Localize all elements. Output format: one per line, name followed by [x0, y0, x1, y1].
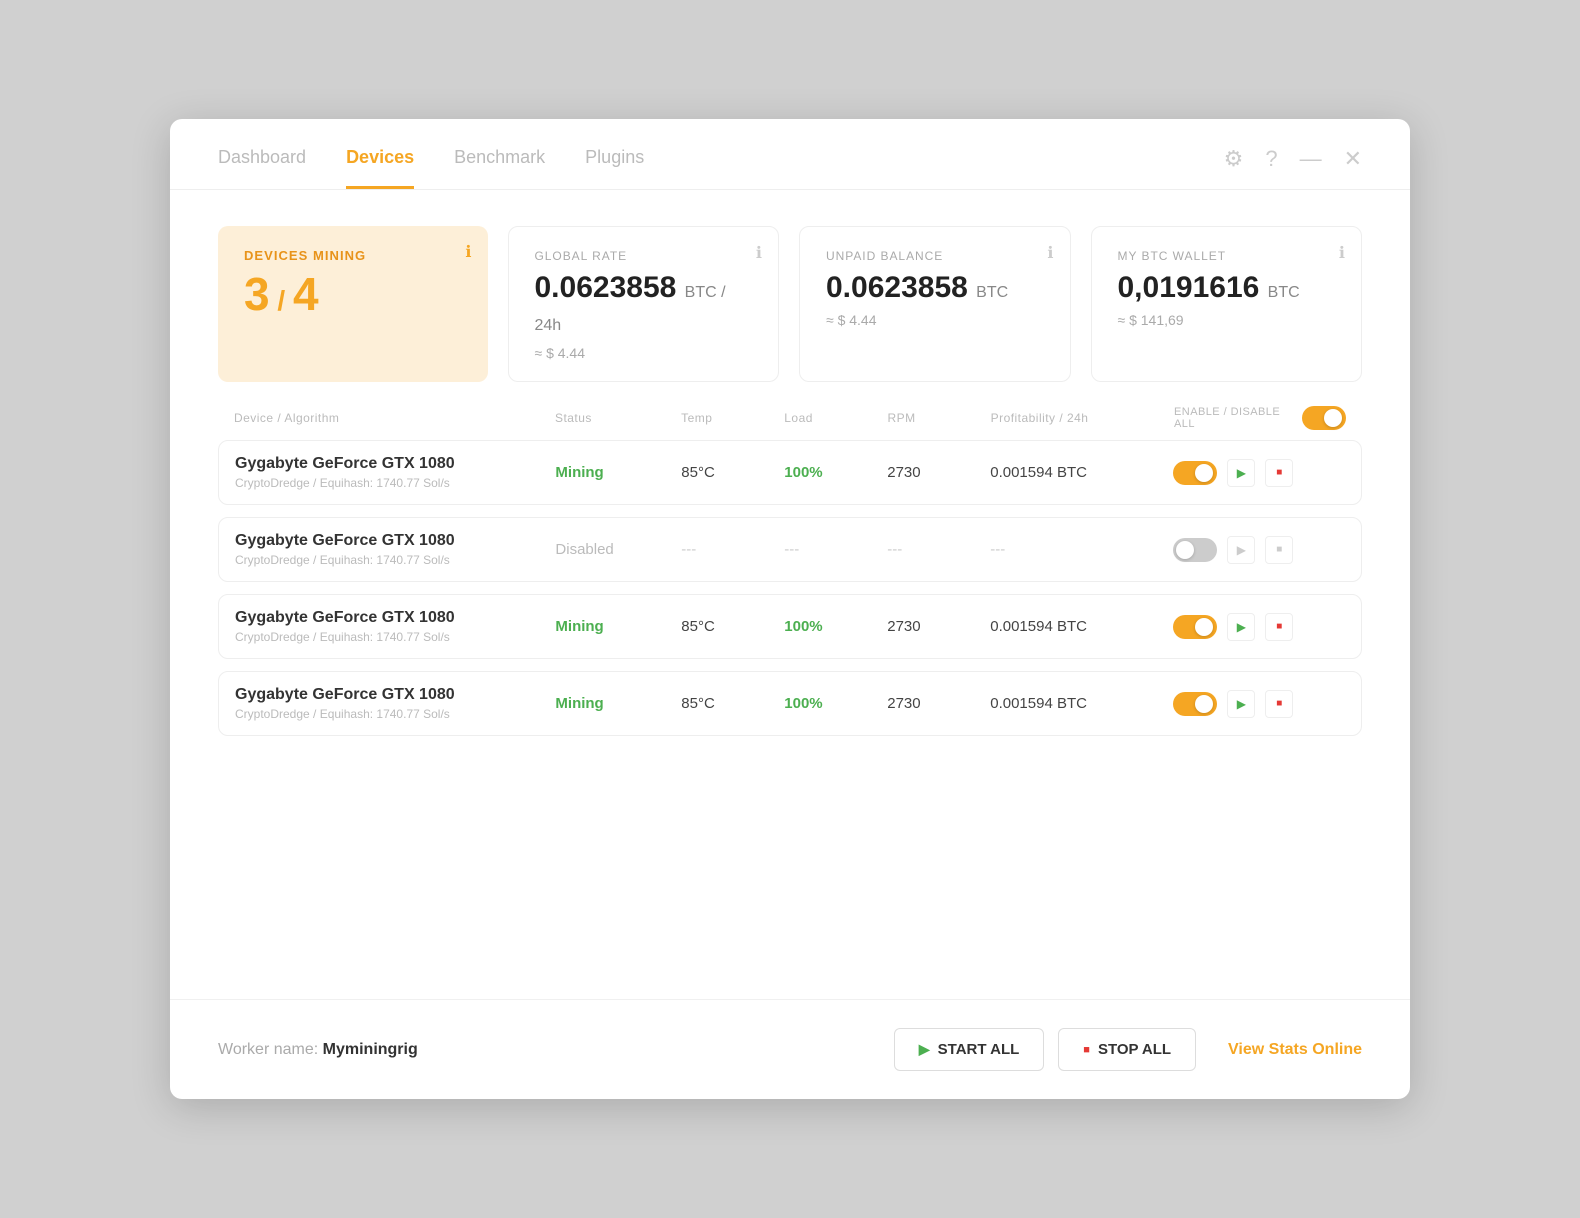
worker-label-text: Worker name: Myminingrig [218, 1041, 418, 1059]
profit-4: 0.001594 BTC [990, 695, 1087, 712]
wallet-label: MY BTC WALLET [1118, 249, 1336, 263]
start-all-label: START ALL [938, 1041, 1020, 1058]
help-icon[interactable]: ? [1265, 148, 1277, 170]
window-controls: ⚙ ? — ✕ [1224, 148, 1362, 188]
stop-button-1[interactable]: ■ [1265, 459, 1293, 487]
footer-buttons: ▶ START ALL ■ STOP ALL [894, 1028, 1196, 1071]
global-rate-label: GLOBAL RATE [535, 249, 753, 263]
table-row: Gygabyte GeForce GTX 1080 CryptoDredge /… [218, 671, 1362, 736]
temp-2: --- [681, 541, 696, 558]
col-header-load: Load [784, 411, 887, 425]
profit-3: 0.001594 BTC [990, 618, 1087, 635]
info-icon-wallet: ℹ [1339, 243, 1345, 263]
unpaid-label: UNPAID BALANCE [826, 249, 1044, 263]
tab-plugins[interactable]: Plugins [585, 147, 644, 189]
worker-name: Myminingrig [323, 1041, 418, 1058]
stat-card-global-rate: ℹ GLOBAL RATE 0.0623858 BTC / 24h ≈ $ 4.… [508, 226, 780, 382]
rpm-2: --- [887, 541, 902, 558]
profit-1: 0.001594 BTC [990, 464, 1087, 481]
stat-card-unpaid: ℹ UNPAID BALANCE 0.0623858 BTC ≈ $ 4.44 [799, 226, 1071, 382]
settings-icon[interactable]: ⚙ [1224, 148, 1244, 170]
temp-3: 85°C [681, 618, 715, 635]
device-name-2: Gygabyte GeForce GTX 1080 [235, 532, 555, 550]
devices-count: 3 / 4 [244, 271, 462, 317]
load-4: 100% [784, 695, 822, 712]
play-button-3[interactable]: ▶ [1227, 613, 1255, 641]
enable-disable-all-toggle[interactable] [1302, 406, 1346, 430]
play-button-2[interactable]: ▶ [1227, 536, 1255, 564]
start-all-button[interactable]: ▶ START ALL [894, 1028, 1044, 1071]
rpm-3: 2730 [887, 618, 920, 635]
global-rate-sub: ≈ $ 4.44 [535, 345, 753, 361]
table-row: Gygabyte GeForce GTX 1080 CryptoDredge /… [218, 594, 1362, 659]
device-algo-4: CryptoDredge / Equihash: 1740.77 Sol/s [235, 707, 555, 721]
stop-button-4[interactable]: ■ [1265, 690, 1293, 718]
status-1: Mining [555, 464, 603, 481]
temp-4: 85°C [681, 695, 715, 712]
stop-all-button[interactable]: ■ STOP ALL [1058, 1028, 1196, 1071]
table-header: Device / Algorithm Status Temp Load RPM … [218, 406, 1362, 440]
view-stats-link[interactable]: View Stats Online [1228, 1041, 1362, 1059]
device-algo-1: CryptoDredge / Equihash: 1740.77 Sol/s [235, 476, 555, 490]
tab-benchmark[interactable]: Benchmark [454, 147, 545, 189]
device-name-3: Gygabyte GeForce GTX 1080 [235, 609, 555, 627]
load-2: --- [784, 541, 799, 558]
global-rate-value: 0.0623858 BTC / 24h [535, 271, 753, 337]
rpm-4: 2730 [887, 695, 920, 712]
table-row: Gygabyte GeForce GTX 1080 CryptoDredge /… [218, 440, 1362, 505]
wallet-value: 0,0191616 BTC [1118, 271, 1336, 304]
status-2: Disabled [555, 541, 613, 558]
minimize-icon[interactable]: — [1300, 148, 1322, 170]
device-algo-3: CryptoDredge / Equihash: 1740.77 Sol/s [235, 630, 555, 644]
play-button-4[interactable]: ▶ [1227, 690, 1255, 718]
stop-all-label: STOP ALL [1098, 1041, 1171, 1058]
profit-2: --- [990, 541, 1005, 558]
device-table-section: Device / Algorithm Status Temp Load RPM … [170, 406, 1410, 987]
unpaid-value: 0.0623858 BTC [826, 271, 1044, 304]
col-header-profit: Profitability / 24h [991, 411, 1174, 425]
unpaid-sub: ≈ $ 4.44 [826, 312, 1044, 328]
nav-bar: Dashboard Devices Benchmark Plugins ⚙ ? … [170, 119, 1410, 190]
device-toggle-1[interactable] [1173, 461, 1217, 485]
info-icon-unpaid: ℹ [1047, 243, 1053, 263]
col-header-status: Status [555, 411, 681, 425]
device-name-4: Gygabyte GeForce GTX 1080 [235, 686, 555, 704]
status-4: Mining [555, 695, 603, 712]
stat-card-wallet: ℹ MY BTC WALLET 0,0191616 BTC ≈ $ 141,69 [1091, 226, 1363, 382]
wallet-sub: ≈ $ 141,69 [1118, 312, 1336, 328]
col-header-rpm: RPM [887, 411, 990, 425]
stop-button-3[interactable]: ■ [1265, 613, 1293, 641]
tab-dashboard[interactable]: Dashboard [218, 147, 306, 189]
enable-disable-label: ENABLE / DISABLE ALL [1174, 406, 1292, 430]
status-3: Mining [555, 618, 603, 635]
device-name-1: Gygabyte GeForce GTX 1080 [235, 455, 555, 473]
play-button-1[interactable]: ▶ [1227, 459, 1255, 487]
device-toggle-4[interactable] [1173, 692, 1217, 716]
close-icon[interactable]: ✕ [1344, 148, 1362, 170]
col-header-enable-disable: ENABLE / DISABLE ALL [1174, 406, 1346, 430]
load-1: 100% [784, 464, 822, 481]
app-window: Dashboard Devices Benchmark Plugins ⚙ ? … [170, 119, 1410, 1099]
nav-tabs: Dashboard Devices Benchmark Plugins [218, 147, 1224, 189]
col-header-temp: Temp [681, 411, 784, 425]
device-toggle-2[interactable] [1173, 538, 1217, 562]
device-toggle-3[interactable] [1173, 615, 1217, 639]
info-icon-rate: ℹ [756, 243, 762, 263]
tab-devices[interactable]: Devices [346, 147, 414, 189]
temp-1: 85°C [681, 464, 715, 481]
info-icon-devices: ℹ [465, 242, 471, 262]
col-header-device: Device / Algorithm [234, 411, 555, 425]
table-row: Gygabyte GeForce GTX 1080 CryptoDredge /… [218, 517, 1362, 582]
stats-section: ℹ DEVICES MINING 3 / 4 ℹ GLOBAL RATE 0.0… [170, 190, 1410, 406]
rpm-1: 2730 [887, 464, 920, 481]
start-all-play-icon: ▶ [919, 1041, 930, 1058]
stop-button-2[interactable]: ■ [1265, 536, 1293, 564]
device-algo-2: CryptoDredge / Equihash: 1740.77 Sol/s [235, 553, 555, 567]
load-3: 100% [784, 618, 822, 635]
stop-all-stop-icon: ■ [1083, 1044, 1090, 1056]
footer: Worker name: Myminingrig ▶ START ALL ■ S… [170, 999, 1410, 1099]
devices-label: DEVICES MINING [244, 248, 462, 263]
stat-card-devices: ℹ DEVICES MINING 3 / 4 [218, 226, 488, 382]
